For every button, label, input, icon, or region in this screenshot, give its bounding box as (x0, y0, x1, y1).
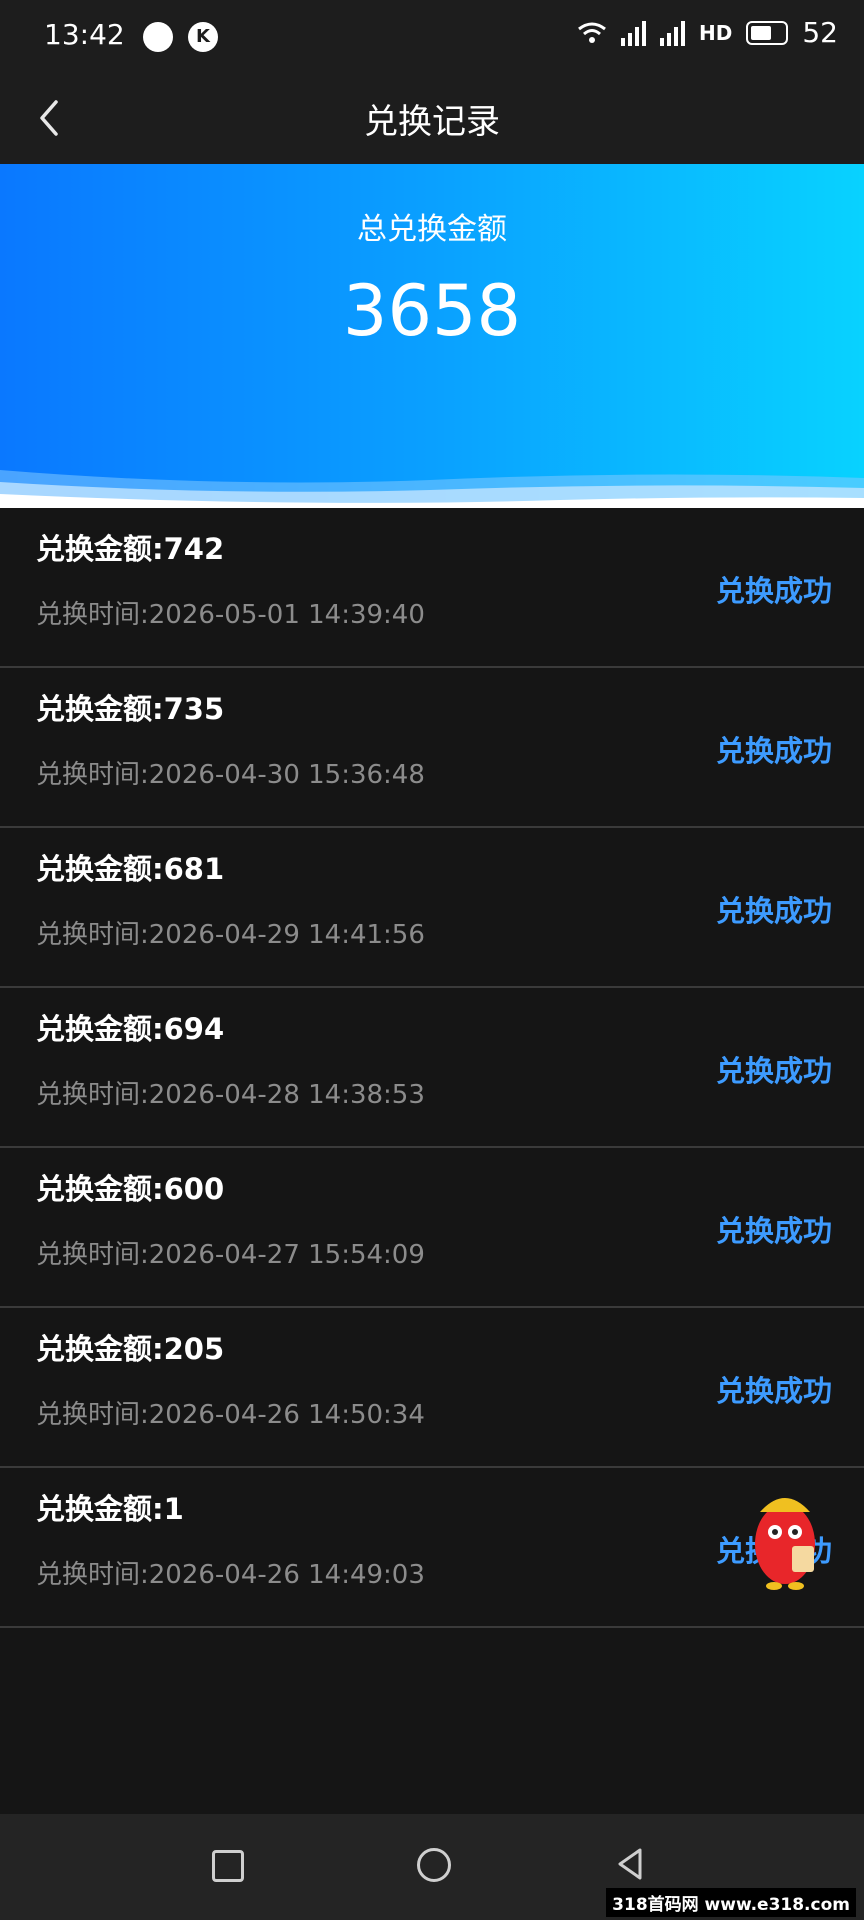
page-title: 兑换记录 (364, 102, 500, 142)
record-row[interactable]: 兑换金额:694 兑换时间:2026-04-28 14:38:53 兑换成功 (0, 988, 864, 1148)
wifi-icon (578, 22, 606, 43)
total-label: 总兑换金额 (357, 212, 507, 247)
record-status: 兑换成功 (715, 894, 832, 928)
record-row[interactable]: 兑换金额:681 兑换时间:2026-04-29 14:41:56 兑换成功 (0, 828, 864, 988)
total-amount: 3658 (342, 270, 522, 352)
record-amount: 兑换金额:600 (36, 1172, 225, 1206)
hd-indicator: HD (699, 20, 733, 45)
k-app-notification-icon: K (188, 22, 218, 52)
record-time: 兑换时间:2026-04-26 14:50:34 (36, 1400, 425, 1430)
site-watermark: 318首码网 www.e318.com (606, 1888, 856, 1917)
battery-icon (746, 20, 789, 45)
record-amount: 兑换金额:694 (36, 1012, 225, 1046)
red-envelope-mascot-icon[interactable] (740, 1484, 830, 1594)
record-amount: 兑换金额:1 (36, 1492, 184, 1526)
chat-notification-icon (143, 22, 173, 52)
signal-icon-sim1 (621, 20, 647, 46)
banner-wave-decoration (0, 470, 864, 508)
recent-apps-icon[interactable] (212, 1850, 244, 1882)
total-summary-banner: 总兑换金额 3658 (0, 164, 864, 508)
record-time: 兑换时间:2026-04-29 14:41:56 (36, 920, 425, 950)
record-time: 兑换时间:2026-05-01 14:39:40 (36, 600, 425, 630)
app-header: 兑换记录 (0, 72, 864, 164)
record-row[interactable]: 兑换金额:600 兑换时间:2026-04-27 15:54:09 兑换成功 (0, 1148, 864, 1308)
record-row[interactable]: 兑换金额:205 兑换时间:2026-04-26 14:50:34 兑换成功 (0, 1308, 864, 1468)
nav-back-icon[interactable] (614, 1846, 646, 1882)
exchange-record-list: 兑换金额:742 兑换时间:2026-05-01 14:39:40 兑换成功 兑… (0, 508, 864, 1628)
status-indicators: HD 52 (577, 16, 838, 49)
record-row[interactable]: 兑换金额:742 兑换时间:2026-05-01 14:39:40 兑换成功 (0, 508, 864, 668)
home-icon[interactable] (417, 1848, 451, 1882)
record-amount: 兑换金额:681 (36, 852, 225, 886)
record-status: 兑换成功 (715, 574, 832, 608)
record-status: 兑换成功 (715, 734, 832, 768)
record-time: 兑换时间:2026-04-26 14:49:03 (36, 1560, 425, 1590)
record-time: 兑换时间:2026-04-30 15:36:48 (36, 760, 425, 790)
record-row[interactable]: 兑换金额:1 兑换时间:2026-04-26 14:49:03 兑换成功 (0, 1468, 864, 1628)
record-time: 兑换时间:2026-04-28 14:38:53 (36, 1080, 425, 1110)
record-status: 兑换成功 (715, 1374, 832, 1408)
signal-icon-sim2 (660, 20, 686, 46)
status-bar: 13:42 K HD 52 (0, 0, 864, 72)
record-status: 兑换成功 (715, 1214, 832, 1248)
battery-level: 52 (802, 16, 838, 49)
record-amount: 兑换金额:742 (36, 532, 225, 566)
record-status: 兑换成功 (715, 1054, 832, 1088)
record-amount: 兑换金额:735 (36, 692, 225, 726)
record-row[interactable]: 兑换金额:735 兑换时间:2026-04-30 15:36:48 兑换成功 (0, 668, 864, 828)
record-amount: 兑换金额:205 (36, 1332, 225, 1366)
record-time: 兑换时间:2026-04-27 15:54:09 (36, 1240, 425, 1270)
status-time: 13:42 (44, 18, 125, 51)
